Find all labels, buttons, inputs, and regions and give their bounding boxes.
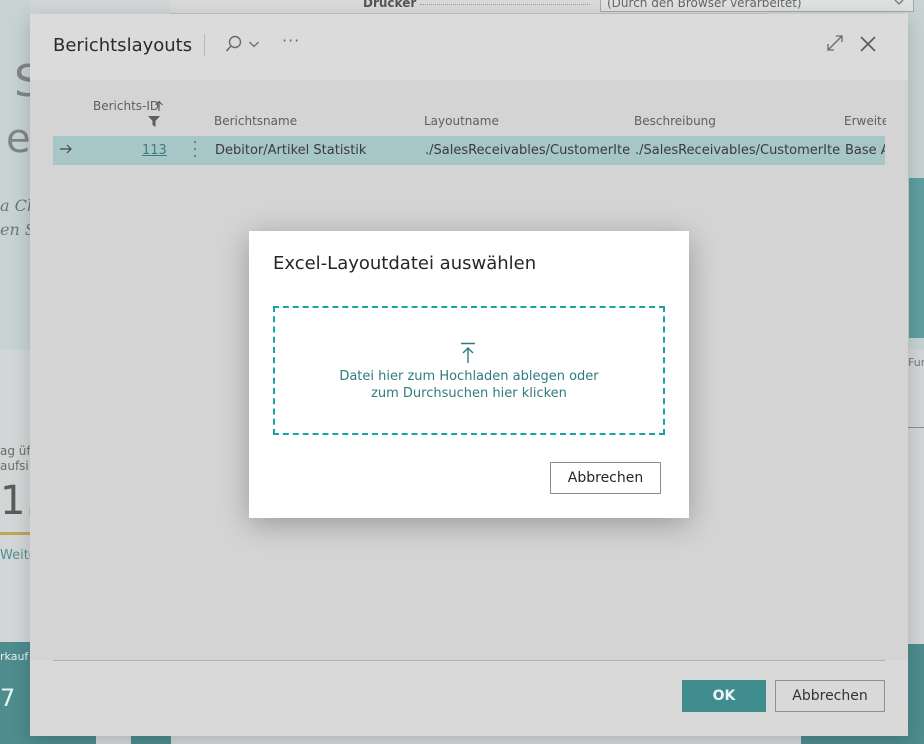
row-actions-icon[interactable]: · · · [192, 136, 198, 164]
column-header-layout-name[interactable]: Layoutname [424, 114, 499, 128]
background-kpi-underline [0, 532, 30, 535]
background-printer-row: Drucker (Durch den Browser verarbeitet) [170, 0, 914, 14]
footer-divider [53, 660, 885, 661]
dialog-title: Berichtslayouts [53, 35, 193, 56]
close-icon[interactable] [858, 34, 878, 54]
column-header-description[interactable]: Beschreibung [634, 114, 716, 128]
background-tile-title: rkauf [0, 650, 29, 663]
background-tile-number: 7 [0, 684, 16, 712]
background-tile-4 [908, 644, 924, 744]
upload-dialog-title: Excel-Layoutdatei auswählen [273, 253, 537, 274]
printer-label: Drucker [363, 0, 417, 10]
background-divider [908, 427, 924, 428]
layout-name-cell: ./SalesReceivables/CustomerIte... [425, 143, 631, 158]
excel-layout-upload-dialog: Excel-Layoutdatei auswählen Datei hier z… [249, 231, 689, 518]
chevron-down-icon[interactable] [248, 38, 260, 50]
column-header-report-id[interactable]: Berichts-ID [93, 99, 159, 113]
expand-icon[interactable] [826, 34, 844, 52]
background-kpi-label: ag üf [0, 444, 31, 458]
extension-cell: Base A [845, 143, 885, 158]
drop-instruction-line1: Datei hier zum Hochladen ablegen oder [339, 369, 599, 384]
printer-select-value: (Durch den Browser verarbeitet) [607, 0, 802, 10]
background-tile-2 [131, 736, 171, 744]
file-drop-zone[interactable]: Datei hier zum Hochladen ablegen oder zu… [273, 306, 665, 435]
dotted-leader [420, 4, 590, 5]
column-header-report-name[interactable]: Berichtsname [214, 114, 297, 128]
search-icon[interactable] [224, 34, 244, 54]
column-header-extension[interactable]: Erweiter [844, 114, 886, 128]
header-separator [204, 34, 205, 56]
background-chart-bar [909, 178, 924, 338]
row-selected-arrow-icon [60, 144, 72, 154]
description-cell: ./SalesReceivables/CustomerIte... [635, 143, 841, 158]
background-panel [0, 0, 30, 350]
upload-icon [461, 342, 475, 363]
report-name-cell: Debitor/Artikel Statistik [215, 143, 367, 158]
dialog-header: Berichtslayouts ··· [30, 14, 908, 80]
background-heading-fragment-2: e [6, 116, 31, 162]
background-tile-3 [801, 736, 924, 744]
filter-icon [148, 116, 160, 127]
background-label-right: Fun [908, 356, 924, 369]
upload-cancel-button[interactable]: Abbrechen [550, 462, 661, 494]
table-row[interactable]: 113 · · · Debitor/Artikel Statistik ./Sale… [53, 136, 885, 165]
printer-select: (Durch den Browser verarbeitet) [600, 0, 914, 12]
report-id-link[interactable]: 113 [142, 143, 167, 158]
sort-ascending-icon [155, 100, 163, 111]
background-kpi-label-2: aufsi [0, 459, 29, 473]
chevron-down-icon [894, 0, 904, 5]
cancel-button[interactable]: Abbrechen [775, 680, 885, 712]
drop-instruction-line2: zum Durchsuchen hier klicken [371, 386, 567, 401]
ok-button[interactable]: OK [682, 680, 766, 712]
more-options-button[interactable]: ··· [282, 31, 300, 50]
